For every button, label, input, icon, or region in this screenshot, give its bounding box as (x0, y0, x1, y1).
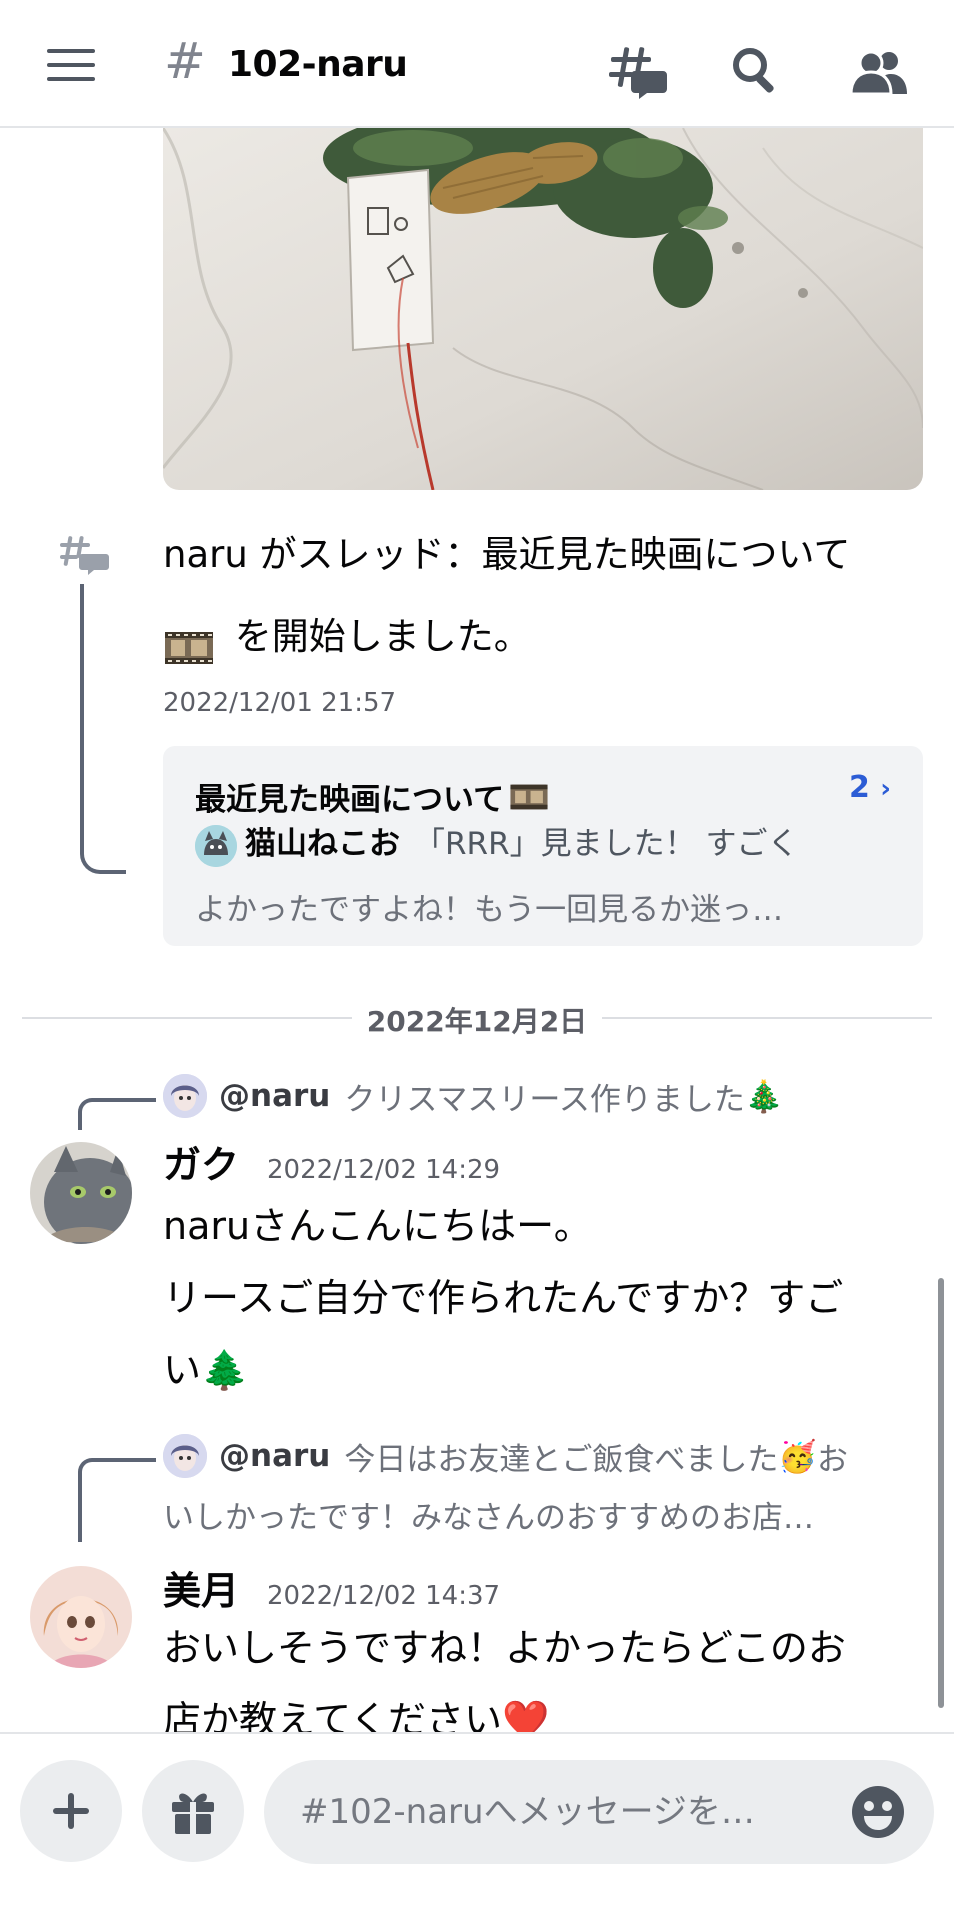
date-divider-label: 2022年12月2日 (366, 1005, 588, 1038)
reply-connector (78, 1098, 156, 1130)
system-message-text-end: を開始しました。 (223, 615, 531, 658)
film-emoji-icon (506, 780, 552, 814)
hamburger-menu-icon[interactable] (38, 40, 104, 90)
chevron-right-icon: › (880, 774, 891, 804)
message-line: naruさんこんにちはー。 (163, 1204, 592, 1248)
thread-connector-line (80, 584, 126, 874)
christmas-tree-emoji: 🎄 (744, 1078, 784, 1115)
reply-connector (78, 1458, 156, 1542)
message-author[interactable]: ガク (163, 1134, 239, 1189)
divider-rule (602, 1017, 932, 1019)
message-line: おいしそうですね！よかったらどこのお (163, 1626, 846, 1670)
avatar (163, 1074, 207, 1118)
message-input[interactable] (264, 1760, 934, 1864)
thread-created-message: naru がスレッド：最近見た映画について を開始しました。 (163, 514, 923, 678)
message-header: ガク 2022/12/02 14:29 (163, 1134, 500, 1189)
evergreen-tree-emoji: 🌲 (201, 1348, 249, 1392)
search-icon[interactable] (722, 40, 788, 100)
thread-last-message-text: 「RRR」見ました！ すごく (414, 826, 799, 862)
plus-icon[interactable] (20, 1760, 122, 1862)
message-list[interactable]: naru がスレッド：最近見た映画について を開始しました。 2022/12/0… (0, 128, 954, 1732)
threads-icon[interactable] (600, 42, 674, 102)
channel-title: 102-naru (228, 44, 408, 85)
reply-preview: クリスマスリース作りました (344, 1081, 745, 1118)
message-line: リースご自分で作られたんですか？すご (163, 1276, 844, 1320)
date-divider: 2022年12月2日 (22, 992, 932, 1042)
channel-header: # 102-naru (0, 0, 954, 128)
channel-hash-icon: # (164, 32, 206, 90)
thread-preview-card[interactable]: 最近見た映画について 2 › 猫山ねこお 「RRR」見ました！ すごく よかったで… (163, 746, 923, 946)
message-content: おいしそうですね！よかったらどこのお 店か教えてください❤️ (163, 1612, 923, 1732)
message-header: 美月 2022/12/02 14:37 (163, 1560, 500, 1615)
divider-rule (22, 1017, 352, 1019)
reply-mention[interactable]: @naru (219, 1078, 330, 1114)
message-composer (0, 1732, 954, 1920)
message-author[interactable]: 美月 (163, 1560, 239, 1615)
thread-count-number: 2 (848, 770, 870, 805)
reply-preview: 今日はお友達とご飯食べました (344, 1441, 779, 1478)
reply-preview-line2: いしかったです！みなさんのおすすめのお店… (163, 1500, 814, 1536)
scrollbar[interactable] (938, 1278, 944, 1708)
avatar[interactable] (30, 1142, 132, 1244)
system-message-user[interactable]: naru (163, 533, 248, 576)
thread-last-message-cont: よかったですよね！もう一回見るか迷っ… (195, 892, 784, 928)
reply-mention[interactable]: @naru (219, 1438, 330, 1474)
thread-message-count[interactable]: 2 › (849, 770, 891, 805)
thread-created-icon (60, 534, 110, 578)
message-content: naruさんこんにちはー。 リースご自分で作られたんですか？すご い🌲 (163, 1190, 923, 1406)
message-timestamp: 2022/12/02 14:29 (267, 1155, 501, 1185)
gift-icon[interactable] (142, 1760, 244, 1862)
red-heart-emoji: ❤️ (501, 1698, 550, 1732)
avatar[interactable] (30, 1566, 132, 1668)
message-line: 店か教えてください❤️ (163, 1684, 923, 1732)
avatar (163, 1434, 207, 1478)
message-line-text: い (163, 1348, 202, 1392)
thread-title-text: 最近見た映画について (195, 782, 505, 818)
reply-reference[interactable]: @naru クリスマスリース作りました 🎄 (163, 1072, 923, 1120)
thread-last-message: 猫山ねこお 「RRR」見ました！ すごく (195, 818, 895, 867)
wreath-photo-attachment[interactable] (163, 128, 923, 490)
party-face-emoji: 🥳 (778, 1438, 817, 1475)
message-line-text: 店か教えてください (163, 1698, 502, 1732)
message-timestamp: 2022/12/02 14:37 (267, 1581, 501, 1611)
message-line: い🌲 (163, 1334, 923, 1406)
thread-last-author[interactable]: 猫山ねこお (245, 826, 400, 862)
system-message-timestamp: 2022/12/01 21:57 (163, 688, 397, 718)
system-message-text: がスレッド：最近見た映画について (247, 533, 851, 576)
avatar (195, 824, 237, 867)
reply-reference[interactable]: @naru 今日はお友達とご飯食べました 🥳 お (163, 1432, 923, 1480)
members-icon[interactable] (846, 42, 912, 102)
thread-title: 最近見た映画について (195, 774, 560, 819)
reply-preview-cont: お (816, 1441, 848, 1478)
emoji-icon[interactable] (850, 1784, 906, 1840)
film-emoji-icon (163, 617, 215, 664)
